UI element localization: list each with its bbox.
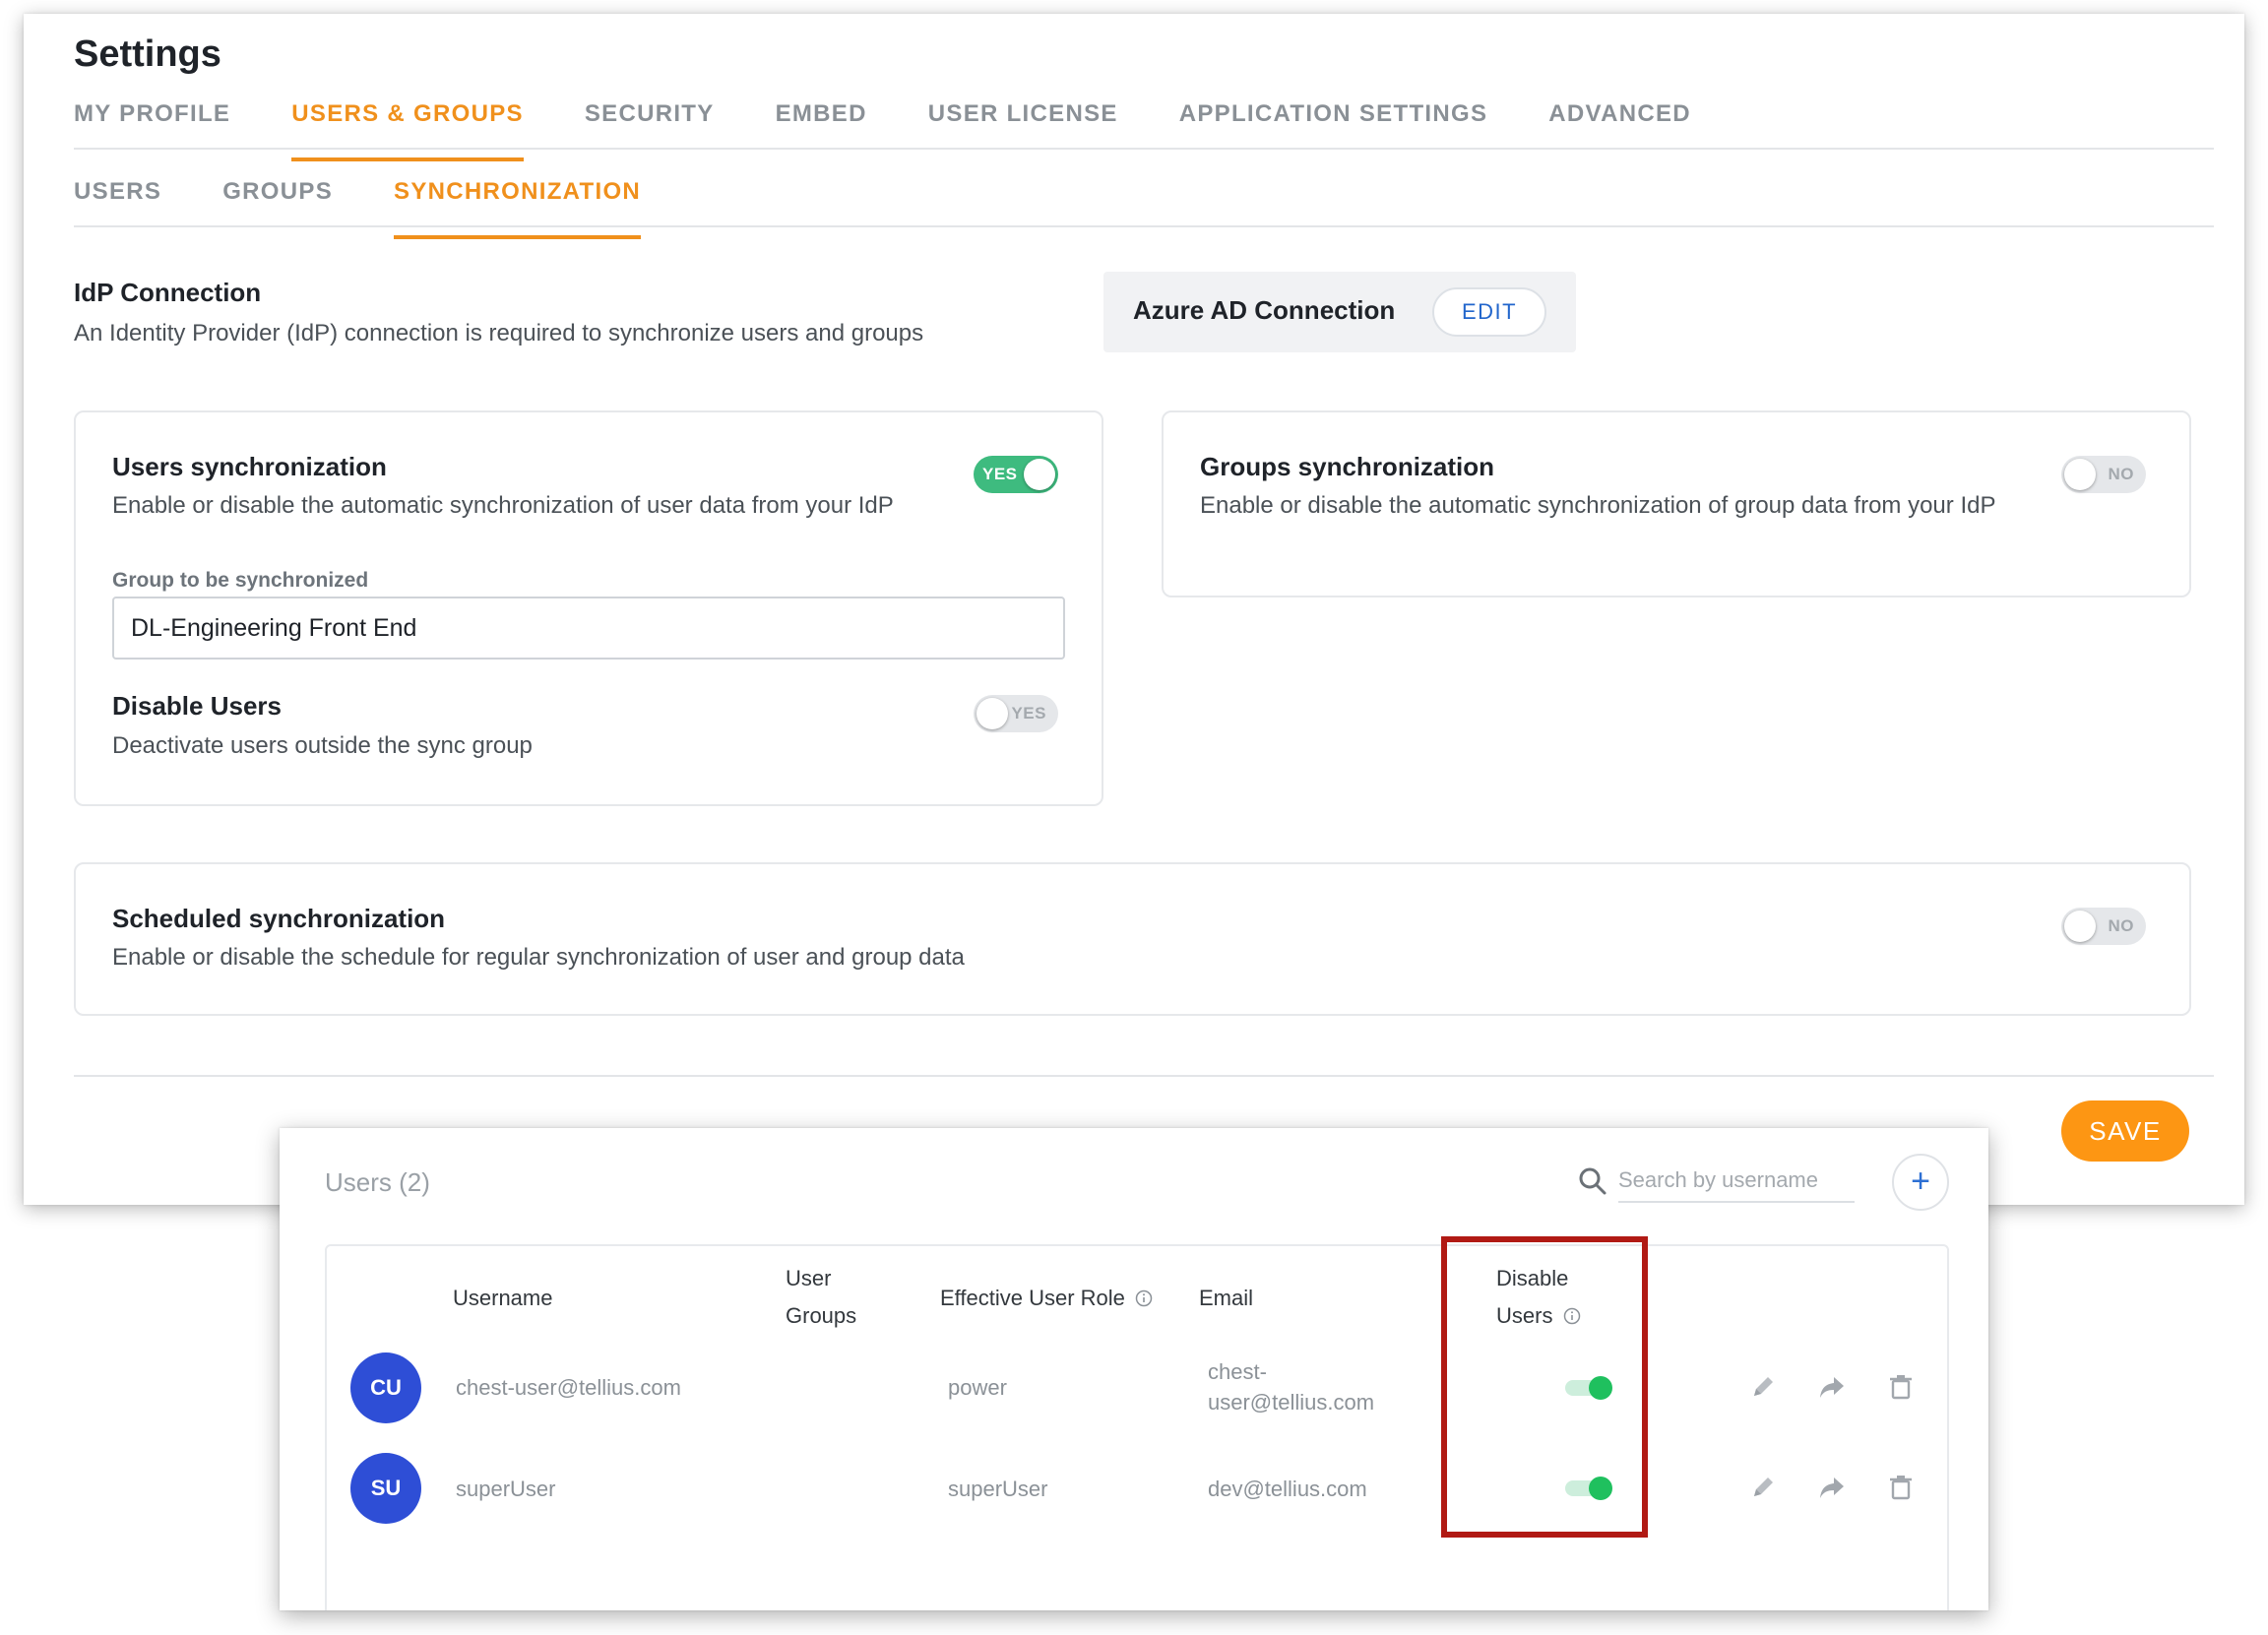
email-cell-line2: user@tellius.com — [1208, 1390, 1375, 1415]
username-cell: superUser — [456, 1477, 556, 1501]
email-cell-line1: chest- — [1208, 1359, 1267, 1384]
column-header-username: Username — [453, 1286, 553, 1310]
users-panel: Users (2) + Username User Groups Effecti… — [280, 1128, 1988, 1610]
info-icon[interactable] — [1135, 1289, 1153, 1307]
share-icon[interactable] — [1817, 1473, 1847, 1502]
toggle-knob — [1024, 459, 1055, 490]
edit-icon[interactable] — [1748, 1473, 1778, 1502]
users-sync-toggle[interactable]: YES — [974, 456, 1058, 493]
role-cell: superUser — [948, 1477, 1048, 1501]
tab-embed[interactable]: EMBED — [776, 100, 867, 161]
username-cell: chest-user@tellius.com — [456, 1375, 681, 1400]
tab-my-profile[interactable]: MY PROFILE — [74, 100, 230, 161]
idp-title: IdP Connection — [74, 278, 262, 307]
tab-users[interactable]: USERS — [74, 178, 161, 239]
disable-users-toggle-label: YES — [1011, 704, 1046, 723]
disable-users-highlight-box — [1441, 1236, 1648, 1538]
scheduled-sync-toggle[interactable]: NO — [2061, 908, 2146, 945]
tab-synchronization[interactable]: SYNCHRONIZATION — [394, 178, 642, 239]
disable-users-toggle[interactable]: YES — [974, 695, 1058, 732]
tab-application-settings[interactable]: APPLICATION SETTINGS — [1179, 100, 1488, 161]
users-sync-description: Enable or disable the automatic synchron… — [112, 492, 894, 519]
search-username-input[interactable] — [1618, 1160, 1855, 1203]
sub-tabs: USERS GROUPS SYNCHRONIZATION — [74, 178, 642, 241]
tab-advanced[interactable]: ADVANCED — [1548, 100, 1691, 161]
users-sync-toggle-label: YES — [982, 465, 1018, 483]
role-cell: power — [948, 1375, 1007, 1400]
users-sync-title: Users synchronization — [112, 452, 387, 481]
delete-icon[interactable] — [1886, 1473, 1916, 1502]
column-header-user-groups-line2: Groups — [786, 1303, 857, 1328]
groups-sync-toggle[interactable]: NO — [2061, 456, 2146, 493]
save-button[interactable]: SAVE — [2061, 1100, 2189, 1162]
groups-sync-description: Enable or disable the automatic synchron… — [1200, 492, 1996, 519]
delete-icon[interactable] — [1886, 1372, 1916, 1402]
groups-sync-card: Groups synchronization Enable or disable… — [1162, 410, 2191, 597]
avatar: SU — [350, 1453, 421, 1524]
scheduled-sync-title: Scheduled synchronization — [112, 904, 446, 933]
disable-users-description: Deactivate users outside the sync group — [112, 732, 533, 759]
column-header-user-groups-line1: User — [786, 1266, 832, 1290]
add-user-button[interactable]: + — [1892, 1154, 1949, 1211]
tab-users-groups[interactable]: USERS & GROUPS — [291, 100, 524, 161]
group-to-sync-label: Group to be synchronized — [112, 569, 369, 592]
email-cell: dev@tellius.com — [1208, 1477, 1367, 1501]
column-header-effective-role-label: Effective User Role — [940, 1286, 1125, 1310]
toggle-knob — [2064, 459, 2096, 490]
users-table: Username User Groups Effective User Role… — [325, 1244, 1949, 1610]
footer-divider — [74, 1075, 2214, 1077]
disable-users-title: Disable Users — [112, 691, 282, 721]
tab-groups[interactable]: GROUPS — [222, 178, 333, 239]
tab-security[interactable]: SECURITY — [585, 100, 715, 161]
column-header-effective-role: Effective User Role — [940, 1280, 1153, 1317]
azure-connection-box: Azure AD Connection EDIT — [1103, 272, 1576, 352]
users-count-title: Users (2) — [325, 1167, 430, 1197]
users-sync-card: Users synchronization Enable or disable … — [74, 410, 1103, 806]
edit-icon[interactable] — [1748, 1372, 1778, 1402]
main-tabs: MY PROFILE USERS & GROUPS SECURITY EMBED… — [74, 100, 1691, 163]
main-tabs-divider — [74, 148, 2214, 150]
toggle-knob — [2064, 911, 2096, 942]
avatar: CU — [350, 1352, 421, 1423]
group-to-sync-input[interactable] — [112, 597, 1065, 660]
idp-description: An Identity Provider (IdP) connection is… — [74, 320, 924, 346]
edit-connection-button[interactable]: EDIT — [1432, 287, 1546, 337]
scheduled-sync-card: Scheduled synchronization Enable or disa… — [74, 862, 2191, 1016]
page-title: Settings — [74, 33, 221, 75]
groups-sync-toggle-label: NO — [2108, 465, 2134, 483]
tab-user-license[interactable]: USER LICENSE — [928, 100, 1118, 161]
sub-tabs-divider — [74, 225, 2214, 227]
azure-connection-label: Azure AD Connection — [1133, 295, 1396, 325]
scheduled-sync-description: Enable or disable the schedule for regul… — [112, 944, 965, 971]
settings-window: Settings MY PROFILE USERS & GROUPS SECUR… — [24, 14, 2244, 1205]
share-icon[interactable] — [1817, 1372, 1847, 1402]
toggle-knob — [976, 698, 1008, 729]
plus-icon: + — [1911, 1163, 1930, 1200]
groups-sync-title: Groups synchronization — [1200, 452, 1495, 481]
search-icon[interactable] — [1577, 1165, 1608, 1197]
column-header-email: Email — [1199, 1286, 1254, 1310]
scheduled-sync-toggle-label: NO — [2108, 916, 2134, 935]
